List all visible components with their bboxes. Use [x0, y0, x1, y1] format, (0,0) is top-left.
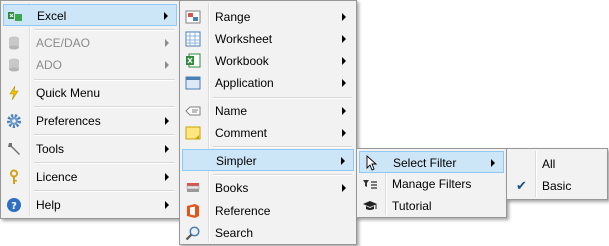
submenu-arrow-icon: [165, 117, 169, 125]
menu-item-label: Quick Menu: [36, 86, 101, 100]
excel-addin-icon: [7, 8, 23, 24]
menu-item-comment[interactable]: Comment: [182, 122, 354, 144]
menu-item-tools[interactable]: Tools: [3, 138, 177, 160]
separator: [34, 79, 175, 81]
menu-item-quick-menu[interactable]: Quick Menu: [3, 82, 177, 104]
menu-item-label: Reference: [215, 204, 271, 218]
submenu-arrow-icon: [164, 12, 168, 20]
menu-item-label: Excel: [37, 9, 67, 23]
menu-item-label: Select Filter: [393, 156, 457, 170]
menu-item-name[interactable]: Name: [182, 100, 354, 122]
menu-item-label: Range: [215, 10, 251, 24]
office-icon: [185, 203, 201, 219]
menu-item-all[interactable]: All: [509, 153, 605, 175]
menu-item-label: Workbook: [215, 54, 269, 68]
submenu-arrow-icon: [165, 201, 169, 209]
menu-item-label: Tools: [36, 142, 65, 156]
menu-item-label: Licence: [36, 170, 78, 184]
help-icon: ?: [6, 197, 22, 213]
submenu-arrow-icon: [491, 159, 495, 167]
menu-item-application[interactable]: Application: [182, 72, 354, 94]
menu-item-select-filter[interactable]: Select Filter: [359, 151, 504, 173]
database-icon: [6, 35, 22, 51]
separator: [34, 190, 175, 192]
menu-item-books[interactable]: Books: [182, 177, 354, 199]
submenu-arrow-icon: [165, 61, 169, 69]
comment-icon: [185, 125, 201, 141]
submenu-arrow-icon: [342, 184, 346, 192]
database-icon: [6, 57, 22, 73]
menu-item-label: Help: [36, 198, 61, 212]
menu-item-label: Tutorial: [392, 199, 432, 213]
menu-item-label: Simpler: [216, 154, 257, 168]
gear-icon: [6, 113, 22, 129]
worksheet-icon: [185, 31, 201, 47]
menu-item-label: Comment: [215, 126, 268, 140]
filter-submenu: All ✔ Basic: [506, 148, 608, 200]
menu-item-label: ADO: [36, 58, 63, 72]
menu-item-worksheet[interactable]: Worksheet: [182, 28, 354, 50]
separator: [34, 29, 175, 31]
menu-item-reference[interactable]: Reference: [182, 200, 354, 222]
submenu-arrow-icon: [341, 157, 345, 165]
menu-item-simpler[interactable]: Simpler: [182, 149, 354, 171]
separator: [213, 174, 352, 176]
menu-item-label: Worksheet: [215, 32, 273, 46]
separator: [34, 134, 175, 136]
menu-item-tutorial[interactable]: Tutorial: [359, 195, 504, 217]
simpler-submenu: Select Filter Manage Filters Tutorial: [356, 148, 507, 218]
separator: [213, 146, 352, 148]
submenu-arrow-icon: [342, 35, 346, 43]
svg-text:?: ?: [11, 201, 17, 212]
cursor-arrow-icon: [363, 154, 379, 171]
submenu-arrow-icon: [342, 129, 346, 137]
key-icon: [6, 169, 22, 185]
submenu-arrow-icon: [165, 145, 169, 153]
wrench-icon: [6, 141, 22, 157]
menu-item-preferences[interactable]: Preferences: [3, 110, 177, 132]
submenu-arrow-icon: [342, 107, 346, 115]
submenu-arrow-icon: [165, 173, 169, 181]
workbook-icon: [185, 53, 201, 69]
menu-item-workbook[interactable]: Workbook: [182, 50, 354, 72]
menu-item-manage-filters[interactable]: Manage Filters: [359, 173, 504, 195]
menu-item-ado[interactable]: ADO: [3, 54, 177, 76]
magnifier-icon: [185, 225, 201, 241]
menu-item-label: ACE/DAO: [36, 36, 91, 50]
menu-item-label: Manage Filters: [392, 177, 472, 191]
menu-item-label: Basic: [542, 179, 572, 193]
separator: [34, 106, 175, 108]
excel-submenu: Range Worksheet Workbook Application Nam…: [179, 0, 357, 245]
menu-item-label: Application: [215, 76, 274, 90]
submenu-arrow-icon: [342, 79, 346, 87]
menu-item-basic[interactable]: ✔ Basic: [509, 175, 605, 197]
menu-item-help[interactable]: ? Help: [3, 194, 177, 216]
menu-item-ace-dao[interactable]: ACE/DAO: [3, 32, 177, 54]
menu-item-label: Books: [215, 181, 249, 195]
separator: [213, 97, 352, 99]
books-icon: [185, 180, 201, 196]
range-icon: [185, 9, 201, 25]
filter-list-icon: [362, 176, 378, 192]
lightning-icon: [6, 85, 22, 101]
graduation-cap-icon: [362, 198, 378, 214]
menu-item-range[interactable]: Range: [182, 6, 354, 28]
separator: [34, 162, 175, 164]
menu-item-label: Name: [215, 104, 248, 118]
main-menu: Excel ACE/DAO ADO Quick Menu Preferences: [0, 0, 180, 219]
menu-item-licence[interactable]: Licence: [3, 166, 177, 188]
menu-item-label: All: [542, 157, 556, 171]
submenu-arrow-icon: [342, 57, 346, 65]
submenu-arrow-icon: [165, 39, 169, 47]
menu-item-excel[interactable]: Excel: [3, 4, 177, 26]
menu-item-label: Preferences: [36, 114, 101, 128]
menu-item-search[interactable]: Search: [182, 222, 354, 244]
submenu-arrow-icon: [342, 13, 346, 21]
menu-item-label: Search: [215, 226, 254, 240]
checkmark-icon: ✔: [516, 178, 527, 193]
application-icon: [185, 75, 201, 91]
name-tag-icon: [185, 103, 201, 119]
